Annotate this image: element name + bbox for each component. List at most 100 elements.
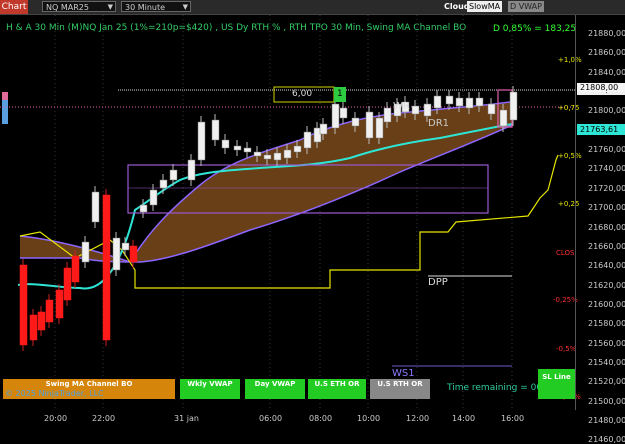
candle-body bbox=[187, 159, 196, 181]
y-tick-label: 21720,00 bbox=[588, 183, 625, 193]
copyright-text: © 2025 NinjaTrader, LLC bbox=[5, 389, 104, 398]
candle-body bbox=[129, 245, 138, 263]
y-tick-label: 21800,00 bbox=[588, 106, 625, 116]
candle-body bbox=[319, 123, 328, 135]
y-tick-label: 21880,00 bbox=[588, 29, 625, 38]
y-tick-label: 21700,00 bbox=[588, 203, 625, 213]
candle-body bbox=[433, 95, 442, 109]
dvwap-button[interactable]: D VWAP bbox=[508, 1, 544, 12]
x-label-2: 31 jan bbox=[174, 414, 199, 423]
x-label-6: 12:00 bbox=[406, 414, 430, 423]
candle-body bbox=[423, 103, 432, 117]
y-tick-label: 21480,00 bbox=[588, 416, 625, 425]
candle-body bbox=[81, 241, 90, 263]
x-label-4: 08:00 bbox=[309, 414, 333, 423]
price-tag-last: 21808,00 bbox=[577, 83, 625, 92]
day-vwap-button[interactable]: Day VWAP bbox=[245, 379, 305, 399]
y-tick-label: 21740,00 bbox=[588, 164, 625, 174]
y-tick-label: 21760,00 bbox=[588, 145, 625, 155]
dpp-label: DPP bbox=[428, 277, 448, 288]
candle-body bbox=[45, 299, 54, 323]
top-toolbar: Chart NQ MAR25 ▼ 30 Minute ▼ Cloud SlowM… bbox=[0, 0, 625, 15]
candle-body bbox=[29, 314, 38, 341]
candle-body bbox=[375, 117, 384, 139]
candle-body bbox=[63, 267, 72, 301]
dr1-label: DR1 bbox=[428, 118, 450, 129]
candle-body bbox=[455, 97, 464, 107]
candle-body bbox=[263, 154, 272, 160]
candle-body bbox=[351, 117, 360, 127]
candle-body bbox=[91, 191, 100, 223]
candle-body bbox=[159, 179, 168, 189]
candle-body bbox=[475, 97, 484, 107]
x-label-7: 14:00 bbox=[452, 414, 476, 423]
wkly-vwap-button[interactable]: Wkly VWAP bbox=[180, 379, 240, 399]
us-rth-or-button[interactable]: U.S RTH OR bbox=[370, 379, 430, 399]
instrument-label: NQ MAR25 bbox=[46, 3, 89, 12]
x-label-5: 10:00 bbox=[357, 414, 381, 423]
y-tick-label: 21520,00 bbox=[588, 377, 625, 387]
candle-body bbox=[139, 204, 148, 213]
level-clos: CLOS bbox=[556, 249, 575, 257]
candle-body bbox=[283, 149, 292, 159]
candle-body bbox=[339, 107, 348, 119]
candle-body bbox=[487, 103, 496, 115]
ws1-label: WS1 bbox=[392, 368, 415, 379]
candle-body bbox=[465, 97, 474, 109]
y-tick-label: 21660,00 bbox=[588, 241, 625, 251]
level-m050: -0,5% bbox=[556, 345, 577, 353]
candle-body bbox=[243, 147, 252, 153]
wr-label: WR bbox=[393, 101, 410, 112]
timeframe-label: 30 Minute bbox=[125, 3, 166, 12]
x-label-3: 06:00 bbox=[259, 414, 283, 423]
slowma-button[interactable]: SlowMA bbox=[467, 1, 503, 12]
y-tick-label: 21680,00 bbox=[588, 222, 625, 232]
candle-body bbox=[331, 103, 340, 129]
candle-body bbox=[211, 119, 220, 141]
y-tick-label: 21840,00 bbox=[588, 67, 625, 77]
order-box-badge-label: 1 bbox=[337, 89, 343, 99]
y-tick-label: 21600,00 bbox=[588, 299, 625, 309]
candle-body bbox=[102, 194, 111, 251]
candle-body bbox=[121, 242, 130, 251]
y-tick-label: 21640,00 bbox=[588, 261, 625, 271]
chevron-down-icon: ▼ bbox=[107, 3, 113, 11]
candle-body bbox=[233, 145, 242, 151]
y-tick-label: 21540,00 bbox=[588, 357, 625, 367]
candle-body bbox=[509, 91, 518, 121]
y-tick-label: 21860,00 bbox=[588, 48, 625, 58]
y-tick-label: 21500,00 bbox=[588, 396, 625, 406]
candle-body bbox=[411, 105, 420, 115]
y-tick-label: 21460,00 bbox=[588, 435, 625, 444]
chart-tab[interactable]: Chart bbox=[0, 0, 28, 14]
x-label-1: 22:00 bbox=[92, 414, 116, 423]
candle-body bbox=[445, 95, 454, 105]
instrument-select[interactable]: NQ MAR25 ▼ bbox=[42, 1, 116, 12]
candle-body bbox=[365, 111, 374, 139]
candle-body bbox=[169, 169, 178, 181]
candle-body bbox=[19, 264, 28, 346]
timeframe-select[interactable]: 30 Minute ▼ bbox=[121, 1, 191, 12]
swing-ma-label: Swing MA Channel BO bbox=[45, 380, 133, 388]
candle-body bbox=[253, 151, 262, 157]
x-label-8: 16:00 bbox=[501, 414, 525, 423]
price-tag-cyan-ma: 21763,61 bbox=[577, 124, 625, 135]
y-tick-label: 21580,00 bbox=[588, 319, 625, 329]
candle-body bbox=[197, 121, 206, 161]
candle-body bbox=[383, 107, 392, 123]
candle-body bbox=[221, 139, 230, 149]
us-eth-or-button[interactable]: U.S ETH OR bbox=[308, 379, 366, 399]
price-chart[interactable] bbox=[0, 15, 575, 410]
chevron-down-icon: ▼ bbox=[182, 3, 188, 11]
candle-body bbox=[149, 189, 158, 206]
sl-line-button[interactable]: SL Line bbox=[538, 369, 575, 399]
candle-body bbox=[112, 237, 121, 271]
order-box-label: 6,00 bbox=[292, 89, 313, 99]
y-tick-label: 21560,00 bbox=[588, 338, 625, 348]
session-marker-top bbox=[2, 92, 8, 100]
y-tick-label: 21620,00 bbox=[588, 280, 625, 290]
candle-body bbox=[37, 311, 46, 331]
x-label-0: 20:00 bbox=[44, 414, 68, 423]
candle-body bbox=[293, 145, 302, 153]
candle-body bbox=[273, 152, 282, 161]
